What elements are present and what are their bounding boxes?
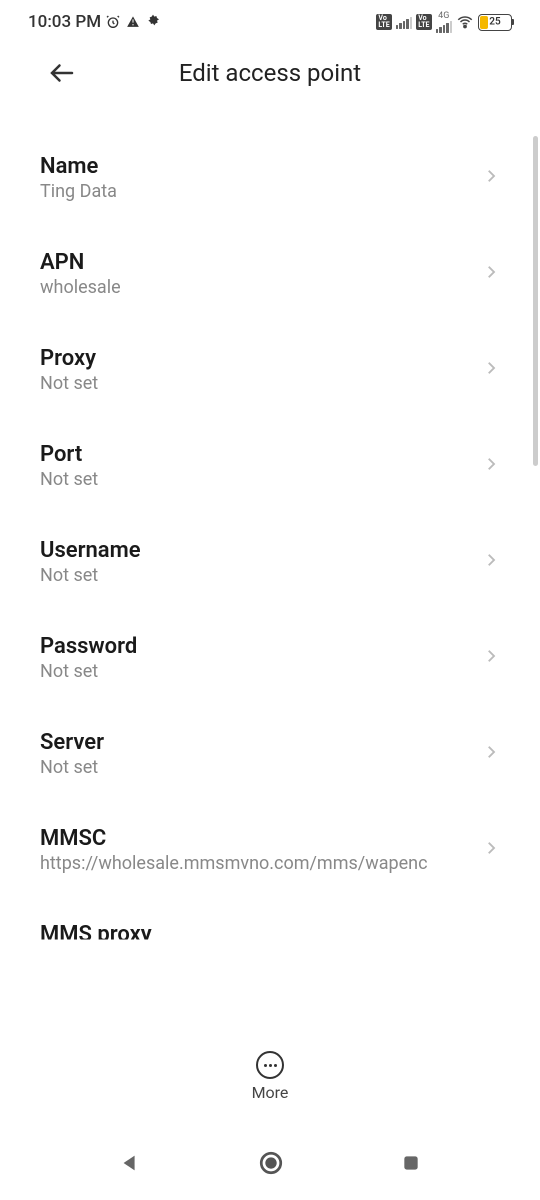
chevron-right-icon (482, 743, 500, 765)
setting-label: Name (40, 154, 474, 179)
setting-row-username[interactable]: Username Not set (40, 514, 500, 610)
chevron-right-icon (482, 647, 500, 669)
setting-label: MMSC (40, 826, 474, 851)
setting-row-apn[interactable]: APN wholesale (40, 226, 500, 322)
setting-label: Password (40, 634, 474, 659)
status-time: 10:03 PM (28, 12, 101, 32)
chevron-right-icon (482, 839, 500, 861)
settings-list[interactable]: Name Ting Data APN wholesale Proxy Not s… (0, 130, 540, 1000)
scroll-indicator[interactable] (533, 136, 538, 466)
setting-row-server[interactable]: Server Not set (40, 706, 500, 802)
setting-value: Ting Data (40, 181, 474, 202)
chevron-right-icon (482, 551, 500, 573)
nav-recents-button[interactable] (401, 1153, 421, 1177)
setting-label: Proxy (40, 346, 474, 371)
chevron-right-icon (482, 359, 500, 381)
setting-value: Not set (40, 757, 474, 778)
chevron-right-icon (482, 167, 500, 189)
warning-icon (125, 14, 141, 30)
setting-label: Server (40, 730, 474, 755)
gear-icon (145, 14, 161, 30)
back-button[interactable] (40, 51, 84, 95)
setting-row-name[interactable]: Name Ting Data (40, 130, 500, 226)
setting-row-mmsc[interactable]: MMSC https://wholesale.mmsmvno.com/mms/w… (40, 802, 500, 898)
nav-home-button[interactable] (258, 1150, 284, 1180)
setting-label: Username (40, 538, 474, 563)
setting-row-mms-proxy[interactable]: MMS proxy (40, 898, 500, 947)
signal-bars-1 (396, 15, 413, 29)
status-left: 10:03 PM (28, 12, 161, 32)
setting-label: APN (40, 250, 474, 275)
chevron-right-icon (482, 263, 500, 285)
more-label: More (252, 1083, 289, 1102)
setting-row-password[interactable]: Password Not set (40, 610, 500, 706)
setting-value: Not set (40, 661, 474, 682)
setting-value: Not set (40, 469, 474, 490)
setting-label: MMS proxy (40, 922, 500, 947)
more-icon (256, 1051, 284, 1079)
setting-value: Not set (40, 565, 474, 586)
chevron-right-icon (482, 455, 500, 477)
more-button[interactable]: More (0, 1039, 540, 1114)
signal-bars-2 (436, 19, 453, 33)
setting-row-port[interactable]: Port Not set (40, 418, 500, 514)
wifi-icon (456, 13, 474, 31)
setting-value: Not set (40, 373, 474, 394)
status-bar: 10:03 PM VoLTE VoLTE 4G 25 (0, 0, 540, 44)
page-title: Edit access point (179, 59, 361, 87)
volte-badge-1: VoLTE (376, 14, 391, 30)
nav-back-button[interactable] (119, 1152, 141, 1178)
battery-indicator: 25 (478, 14, 512, 31)
alarm-icon (105, 14, 121, 30)
system-nav-bar (0, 1130, 540, 1200)
setting-value: https://wholesale.mmsmvno.com/mms/wapenc (40, 853, 474, 874)
setting-label: Port (40, 442, 474, 467)
setting-value: wholesale (40, 277, 474, 298)
setting-row-proxy[interactable]: Proxy Not set (40, 322, 500, 418)
volte-badge-2: VoLTE (416, 14, 431, 30)
app-header: Edit access point (0, 44, 540, 102)
status-right: VoLTE VoLTE 4G 25 (376, 11, 512, 33)
